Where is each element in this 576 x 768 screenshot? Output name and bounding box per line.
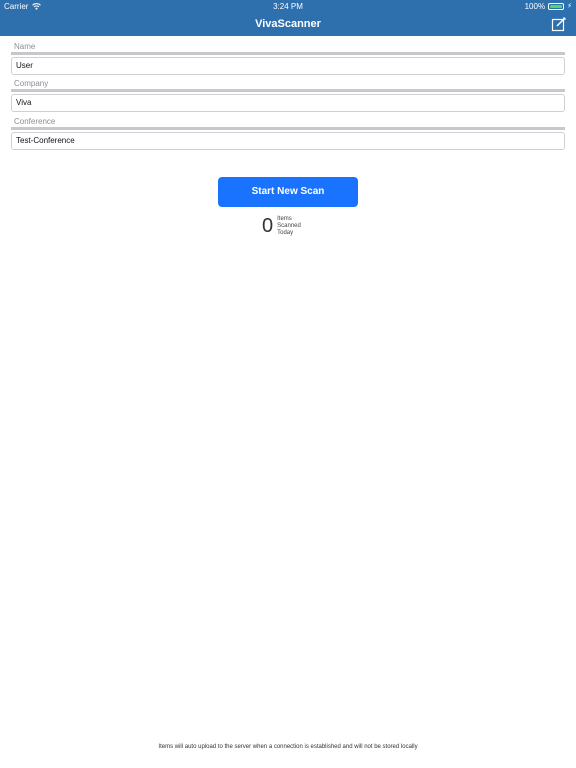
name-divider <box>11 52 565 55</box>
conference-label: Conference <box>14 117 56 126</box>
conference-divider <box>11 127 565 130</box>
company-input[interactable]: Viva <box>11 94 565 112</box>
name-field-group: Name User <box>11 42 565 75</box>
start-new-scan-button[interactable]: Start New Scan <box>218 177 358 207</box>
navigation-bar: Carrier 3:24 PM 100% ⚡ VivaScanner <box>0 0 576 36</box>
name-input[interactable]: User <box>11 57 565 75</box>
scan-counter: 0 Items Scanned Today <box>262 214 301 238</box>
compose-icon[interactable] <box>551 16 567 32</box>
status-right: 100% ⚡ <box>525 2 572 11</box>
page-title: VivaScanner <box>255 18 321 30</box>
name-label: Name <box>14 42 36 51</box>
counter-label-line2: Scanned <box>277 222 301 229</box>
charging-icon: ⚡ <box>567 2 572 10</box>
battery-percent: 100% <box>524 2 546 11</box>
company-divider <box>11 89 565 92</box>
upload-notice: Items will auto upload to the server whe… <box>158 744 418 750</box>
status-time: 3:24 PM <box>273 2 303 11</box>
conference-input[interactable]: Test-Conference <box>11 132 565 150</box>
company-field-group: Company Viva <box>11 79 565 112</box>
counter-label-line1: Items <box>277 215 292 222</box>
items-scanned-count: 0 <box>262 215 274 237</box>
company-label: Company <box>14 79 49 88</box>
counter-label-line3: Today <box>277 229 294 236</box>
battery-icon <box>548 3 565 10</box>
status-bar: Carrier 3:24 PM 100% ⚡ <box>0 0 576 12</box>
conference-field-group: Conference Test-Conference <box>11 117 565 150</box>
items-scanned-label: Items Scanned Today <box>277 216 301 237</box>
battery-fill <box>550 5 563 8</box>
